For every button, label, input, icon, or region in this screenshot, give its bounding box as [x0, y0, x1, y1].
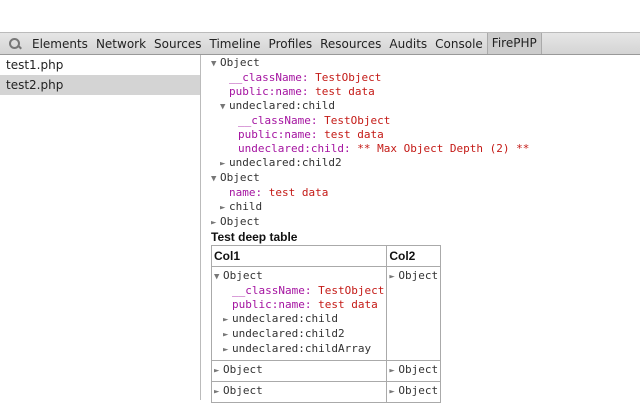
table-cell: ►Object [212, 382, 387, 403]
collapsed-arrow-icon[interactable]: ► [214, 364, 223, 378]
file-item[interactable]: test1.php [0, 55, 200, 75]
tree-line[interactable]: ►Object [389, 363, 438, 378]
expanded-arrow-icon[interactable]: ▼ [220, 100, 229, 114]
property-key: __className: [232, 284, 318, 297]
tree-line: name: test data [211, 186, 529, 200]
object-label[interactable]: undeclared:child2 [229, 156, 342, 169]
tree-line: public:name: test data [211, 128, 529, 142]
object-label[interactable]: undeclared:child [232, 312, 338, 325]
table-row: ►Object►Object [212, 361, 441, 382]
tree-line[interactable]: ►Object [389, 384, 438, 399]
property-key: public:name: [238, 128, 324, 141]
property-key: __className: [229, 71, 315, 84]
search-icon[interactable] [8, 37, 22, 51]
tree-line: __className: TestObject [211, 71, 529, 85]
property-value: ** Max Object Depth (2) ** [357, 142, 529, 155]
tree-line[interactable]: ►undeclared:childArray [214, 342, 384, 357]
tree-line: __className: TestObject [214, 284, 384, 298]
collapsed-arrow-icon[interactable]: ► [223, 343, 232, 357]
tree-line[interactable]: ▼Object [211, 171, 529, 186]
property-value: test data [269, 186, 329, 199]
collapsed-arrow-icon[interactable]: ► [389, 385, 398, 399]
object-label[interactable]: undeclared:child [229, 99, 335, 112]
tree-line: __className: TestObject [211, 114, 529, 128]
object-label[interactable]: Object [220, 171, 260, 184]
tree-line[interactable]: ▼Object [211, 56, 529, 71]
file-list: test1.phptest2.php [0, 55, 201, 400]
tree-line[interactable]: ►undeclared:child2 [214, 327, 384, 342]
table-cell: ▼Object__className: TestObjectpublic:nam… [212, 267, 387, 361]
tree-line[interactable]: ▼Object [214, 269, 384, 284]
tab-audits[interactable]: Audits [385, 37, 431, 51]
object-label[interactable]: Object [220, 56, 260, 69]
object-label[interactable]: Object [223, 363, 263, 376]
tree-line: public:name: test data [211, 85, 529, 99]
expanded-arrow-icon[interactable]: ▼ [211, 172, 220, 186]
collapsed-arrow-icon[interactable]: ► [389, 270, 398, 284]
property-value: test data [318, 298, 378, 311]
object-label[interactable]: Object [223, 269, 263, 282]
property-value: test data [315, 85, 375, 98]
object-label[interactable]: Object [398, 269, 438, 282]
tab-firephp[interactable]: FirePHP [487, 33, 542, 54]
property-key: public:name: [229, 85, 315, 98]
property-value: TestObject [318, 284, 384, 297]
tree-line[interactable]: ►child [211, 200, 529, 215]
expanded-arrow-icon[interactable]: ▼ [211, 57, 220, 71]
object-label[interactable]: undeclared:child2 [232, 327, 345, 340]
tab-elements[interactable]: Elements [28, 37, 92, 51]
file-item[interactable]: test2.php [0, 75, 200, 95]
table-title: Test deep table [211, 230, 529, 245]
tab-timeline[interactable]: Timeline [206, 37, 265, 51]
tree-line: public:name: test data [214, 298, 384, 312]
column-header: Col1 [212, 246, 387, 267]
table-row: ►Object►Object [212, 382, 441, 403]
collapsed-arrow-icon[interactable]: ► [214, 385, 223, 399]
object-label[interactable]: Object [223, 384, 263, 397]
tab-network[interactable]: Network [92, 37, 150, 51]
devtools-toolbar: ElementsNetworkSourcesTimelineProfilesRe… [0, 33, 640, 55]
tree-line[interactable]: ▼undeclared:child [211, 99, 529, 114]
object-label[interactable]: child [229, 200, 262, 213]
property-value: TestObject [324, 114, 390, 127]
expanded-arrow-icon[interactable]: ▼ [214, 270, 223, 284]
property-key: __className: [238, 114, 324, 127]
tree-line[interactable]: ►undeclared:child2 [211, 156, 529, 171]
collapsed-arrow-icon[interactable]: ► [211, 216, 220, 230]
table-cell: ►Object [212, 361, 387, 382]
tree-line[interactable]: ►Object [214, 384, 384, 399]
property-value: test data [324, 128, 384, 141]
tab-sources[interactable]: Sources [150, 37, 205, 51]
collapsed-arrow-icon[interactable]: ► [220, 157, 229, 171]
tree-line[interactable]: ►Object [389, 269, 438, 284]
table-cell: ►Object [387, 361, 441, 382]
window-top [0, 0, 640, 33]
table-cell: ►Object [387, 267, 441, 361]
tree-line[interactable]: ►Object [214, 363, 384, 378]
object-label[interactable]: Object [398, 363, 438, 376]
collapsed-arrow-icon[interactable]: ► [223, 328, 232, 342]
property-key: public:name: [232, 298, 318, 311]
deep-table: Col1Col2▼Object__className: TestObjectpu… [211, 245, 441, 403]
property-key: undeclared:child: [238, 142, 357, 155]
object-tree: ▼Object__className: TestObjectpublic:nam… [211, 56, 529, 230]
collapsed-arrow-icon[interactable]: ► [220, 201, 229, 215]
object-label[interactable]: Object [398, 384, 438, 397]
tree-line: undeclared:child: ** Max Object Depth (2… [211, 142, 529, 156]
column-header: Col2 [387, 246, 441, 267]
property-key: name: [229, 186, 269, 199]
tab-console[interactable]: Console [431, 37, 487, 51]
table-row: ▼Object__className: TestObjectpublic:nam… [212, 267, 441, 361]
table-cell: ►Object [387, 382, 441, 403]
collapsed-arrow-icon[interactable]: ► [223, 313, 232, 327]
firephp-output: ▼Object__className: TestObjectpublic:nam… [211, 56, 529, 403]
tab-resources[interactable]: Resources [316, 37, 385, 51]
collapsed-arrow-icon[interactable]: ► [389, 364, 398, 378]
tree-line[interactable]: ►undeclared:child [214, 312, 384, 327]
tree-line[interactable]: ►Object [211, 215, 529, 230]
tab-profiles[interactable]: Profiles [265, 37, 317, 51]
object-label[interactable]: Object [220, 215, 260, 228]
object-label[interactable]: undeclared:childArray [232, 342, 371, 355]
property-value: TestObject [315, 71, 381, 84]
